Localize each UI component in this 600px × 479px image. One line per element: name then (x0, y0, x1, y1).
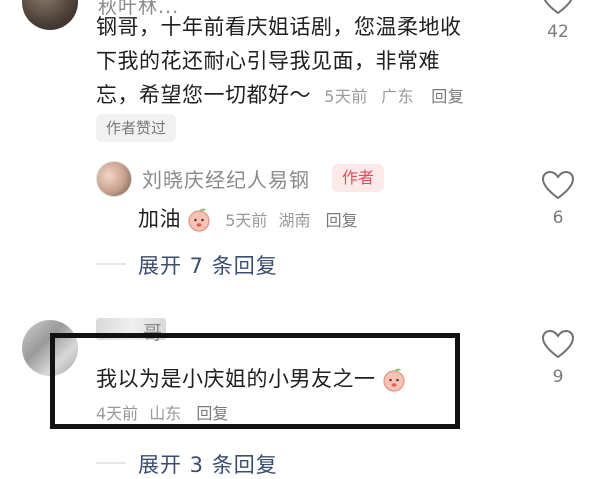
like-button[interactable] (541, 170, 575, 205)
comment-text-tail: 忘，希望您一切都好～ (96, 83, 311, 107)
reply-body: 加油 5天前 湖南 回复 (138, 202, 358, 237)
heart-icon (543, 0, 573, 15)
divider (96, 462, 126, 464)
like-count: 42 (547, 22, 569, 42)
reply-button[interactable]: 回复 (431, 87, 464, 106)
comment-text-line: 钢哥，十年前看庆姐话剧，您温柔地收 (96, 15, 462, 39)
avatar[interactable] (96, 161, 132, 197)
like-count: 6 (552, 208, 564, 228)
divider (96, 263, 126, 265)
reply-text: 加油 (138, 207, 181, 231)
reply-button[interactable]: 回复 (326, 211, 358, 230)
comment-body: 我以为是小庆姐的小男友之一 (96, 362, 407, 397)
comment-text: 钢哥，十年前看庆姐话剧，您温柔地收 下我的花还耐心引导我见面，非常难 忘，希望您… (96, 10, 516, 114)
reply-button[interactable]: 回复 (196, 404, 228, 423)
comment-text-line-with-meta: 忘，希望您一切都好～ 5天前 广东 回复 (96, 78, 516, 114)
heart-icon (541, 329, 575, 359)
reply-author[interactable]: 刘晓庆经纪人易钢 (142, 164, 310, 193)
comment-location: 广东 (381, 87, 415, 106)
like-button[interactable] (541, 329, 575, 364)
author-badge: 作者 (332, 164, 385, 192)
peach-face-emoji (186, 207, 212, 237)
like-count: 9 (552, 367, 564, 387)
heart-icon (541, 170, 575, 200)
like-button[interactable] (541, 0, 575, 20)
avatar[interactable] (22, 0, 78, 30)
author-liked-tag: 作者赞过 (96, 114, 177, 142)
comment-location: 山东 (149, 404, 182, 423)
comment-text: 我以为是小庆姐的小男友之一 (96, 367, 376, 391)
comment-meta: 4天前 山东 回复 (96, 400, 228, 424)
peach-face-emoji (381, 367, 407, 397)
expand-replies-link[interactable]: 展开 3 条回复 (138, 449, 278, 479)
comment-time: 4天前 (96, 404, 139, 423)
comment-text-line: 下我的花还耐心引导我见面，非常难 (96, 49, 440, 73)
reply-location: 湖南 (278, 211, 311, 230)
reply-time: 5天前 (225, 211, 268, 230)
comment-time: 5天前 (324, 87, 368, 106)
expand-replies-link[interactable]: 展开 7 条回复 (138, 250, 278, 280)
